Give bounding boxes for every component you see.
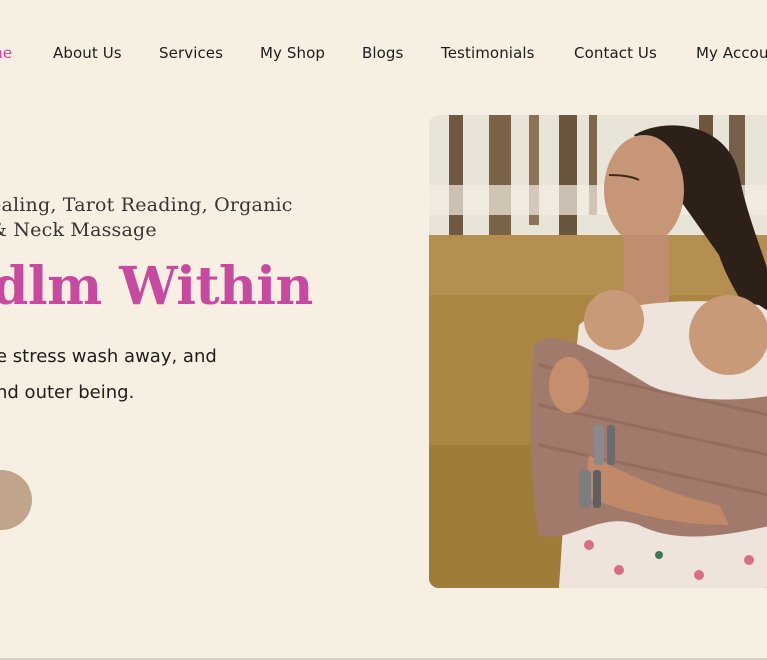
nav-contact-us[interactable]: Contact Us bbox=[574, 44, 657, 62]
nav-my-account[interactable]: My Accou bbox=[696, 44, 767, 62]
hero-description-line1: e stress wash away, and bbox=[0, 346, 217, 367]
nav-blogs[interactable]: Blogs bbox=[362, 44, 403, 62]
hero-description-line2: nd outer being. bbox=[0, 382, 135, 403]
hero-subtitle-line2: & Neck Massage bbox=[0, 219, 157, 241]
cta-button[interactable] bbox=[0, 470, 32, 530]
nav-home[interactable]: me bbox=[0, 44, 12, 62]
hero-photo bbox=[429, 115, 767, 588]
nav-testimonials[interactable]: Testimonials bbox=[441, 44, 535, 62]
hero-title: dlm Within bbox=[0, 256, 313, 317]
nav-my-shop[interactable]: My Shop bbox=[260, 44, 325, 62]
nav-services[interactable]: Services bbox=[159, 44, 223, 62]
hero-photo-art bbox=[429, 115, 767, 588]
nav-about-us[interactable]: About Us bbox=[53, 44, 122, 62]
main-nav: me About Us Services My Shop Blogs Testi… bbox=[0, 0, 767, 108]
hero-subtitle-line1: ealing, Tarot Reading, Organic bbox=[0, 194, 293, 216]
